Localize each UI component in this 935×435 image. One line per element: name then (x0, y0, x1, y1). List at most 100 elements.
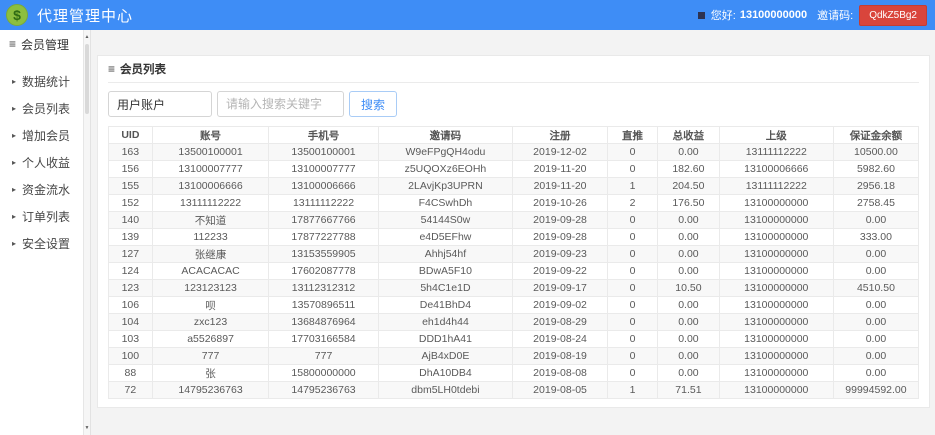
table-cell: 0.00 (658, 144, 720, 161)
table-row: 1631350010000113500100001W9eFPgQH4odu201… (109, 144, 919, 161)
table-cell: De41BhD4 (378, 297, 512, 314)
table-cell: 88 (109, 365, 153, 382)
table-cell: 72 (109, 382, 153, 399)
table-cell: 13100000000 (719, 263, 833, 280)
table-cell: 13100000000 (719, 212, 833, 229)
sidebar-item[interactable]: ▸个人收益 (0, 149, 83, 176)
table-cell: dbm5LH0tdebi (378, 382, 512, 399)
sidebar-item-label: 增加会员 (22, 127, 70, 144)
table-cell: 14795236763 (269, 382, 378, 399)
logo-icon: $ (6, 4, 28, 26)
table-row: 123123123123131123123125h4C1e1D2019-09-1… (109, 280, 919, 297)
table-row: 100777777AjB4xD0E2019-08-1900.0013100000… (109, 348, 919, 365)
table-cell: 0.00 (658, 212, 720, 229)
table-cell: 0 (607, 280, 657, 297)
table-cell: 2758.45 (833, 195, 918, 212)
table-cell: 2019-09-02 (513, 297, 608, 314)
table-cell: BDwA5F10 (378, 263, 512, 280)
table-row: 103a552689717703166584DDD1hA412019-08-24… (109, 331, 919, 348)
account-input[interactable] (108, 91, 212, 117)
table-cell: 2019-10-26 (513, 195, 608, 212)
table-cell: 13100000000 (719, 314, 833, 331)
table-cell: 0 (607, 348, 657, 365)
table-cell: 17602087778 (269, 263, 378, 280)
table-cell: 155 (109, 178, 153, 195)
invite-code-badge[interactable]: QdkZ5Bg2 (859, 5, 927, 26)
table-row: 88张15800000000DhA10DB42019-08-0800.00131… (109, 365, 919, 382)
table-cell: 4510.50 (833, 280, 918, 297)
sidebar-item[interactable]: ▸资金流水 (0, 176, 83, 203)
table-cell: W9eFPgQH4odu (378, 144, 512, 161)
sidebar-item-label: 安全设置 (22, 235, 70, 252)
sidebar-menu: ▸数据统计▸会员列表▸增加会员▸个人收益▸资金流水▸订单列表▸安全设置 (0, 58, 83, 257)
table-cell: 17703166584 (269, 331, 378, 348)
item-arrow-icon: ▸ (12, 104, 16, 113)
table-cell: eh1d4h44 (378, 314, 512, 331)
table-cell: 0.00 (658, 331, 720, 348)
table-cell: ACACACAC (152, 263, 269, 280)
table-cell: 2019-11-20 (513, 161, 608, 178)
table-cell: 13111112222 (719, 178, 833, 195)
table-cell: 99994592.00 (833, 382, 918, 399)
table-cell: 123 (109, 280, 153, 297)
table-row: 140不知道1787766776654144S0w2019-09-2800.00… (109, 212, 919, 229)
table-cell: 104 (109, 314, 153, 331)
table-row: 106呗13570896511De41BhD42019-09-0200.0013… (109, 297, 919, 314)
column-header: 保证金余额 (833, 127, 918, 144)
table-cell: 2019-11-20 (513, 178, 608, 195)
table-cell: 13100007777 (152, 161, 269, 178)
app-title: 代理管理中心 (37, 5, 133, 26)
sidebar-item[interactable]: ▸会员列表 (0, 95, 83, 122)
table-cell: 13100000000 (719, 297, 833, 314)
table-row: 127张继康13153559905Ahhj54hf2019-09-2300.00… (109, 246, 919, 263)
sidebar-item[interactable]: ▸ 增加会员 (0, 122, 83, 149)
sidebar-item[interactable]: ▸数据统计 (0, 68, 83, 95)
table-cell: z5UQOXz6EOHh (378, 161, 512, 178)
column-header: 手机号 (269, 127, 378, 144)
keyword-input[interactable] (217, 91, 344, 117)
scrollbar-thumb[interactable] (85, 44, 89, 114)
user-icon (698, 12, 705, 19)
sidebar-item[interactable]: ▸安全设置 (0, 230, 83, 257)
table-cell: 0.00 (833, 331, 918, 348)
sidebar-scrollbar[interactable]: ▲ ▼ (83, 30, 91, 435)
item-arrow-icon: ▸ (12, 131, 16, 140)
item-arrow-icon: ▸ (12, 158, 16, 167)
column-header: 账号 (152, 127, 269, 144)
table-cell: 103 (109, 331, 153, 348)
table-cell: 106 (109, 297, 153, 314)
table-cell: 10500.00 (833, 144, 918, 161)
table-cell: DhA10DB4 (378, 365, 512, 382)
table-cell: 0.00 (833, 348, 918, 365)
sidebar-item[interactable]: ▸订单列表 (0, 203, 83, 230)
scroll-down-icon[interactable]: ▼ (84, 423, 90, 433)
table-cell: 1 (607, 178, 657, 195)
table-cell: 13111112222 (269, 195, 378, 212)
item-arrow-icon: ▸ (12, 77, 16, 86)
table-row: 1561310000777713100007777z5UQOXz6EOHh201… (109, 161, 919, 178)
table-cell: 13684876964 (269, 314, 378, 331)
table-cell: 54144S0w (378, 212, 512, 229)
table-cell: 0.00 (833, 297, 918, 314)
table-cell: Ahhj54hf (378, 246, 512, 263)
table-cell: 2 (607, 195, 657, 212)
table-cell: 13100000000 (719, 229, 833, 246)
table-cell: 0 (607, 331, 657, 348)
table-cell: 13100000000 (719, 382, 833, 399)
table-cell: 176.50 (658, 195, 720, 212)
search-button[interactable]: 搜索 (349, 91, 397, 117)
table-cell: AjB4xD0E (378, 348, 512, 365)
table-cell: 张继康 (152, 246, 269, 263)
table-cell: 2019-08-29 (513, 314, 608, 331)
scroll-up-icon[interactable]: ▲ (84, 32, 90, 42)
sidebar-section-member-management[interactable]: ≡ 会员管理 (0, 30, 83, 58)
table-cell: 2019-09-22 (513, 263, 608, 280)
column-header: 邀请码 (378, 127, 512, 144)
table-cell: 0.00 (658, 348, 720, 365)
card-title: 会员列表 (120, 61, 166, 77)
top-header: $ 代理管理中心 您好: 13100000000 邀请码: QdkZ5Bg2 (0, 0, 935, 30)
table-row: 104zxc12313684876964eh1d4h442019-08-2900… (109, 314, 919, 331)
table-cell: 0.00 (658, 365, 720, 382)
table-cell: 2956.18 (833, 178, 918, 195)
sidebar-item-label: 资金流水 (22, 181, 70, 198)
